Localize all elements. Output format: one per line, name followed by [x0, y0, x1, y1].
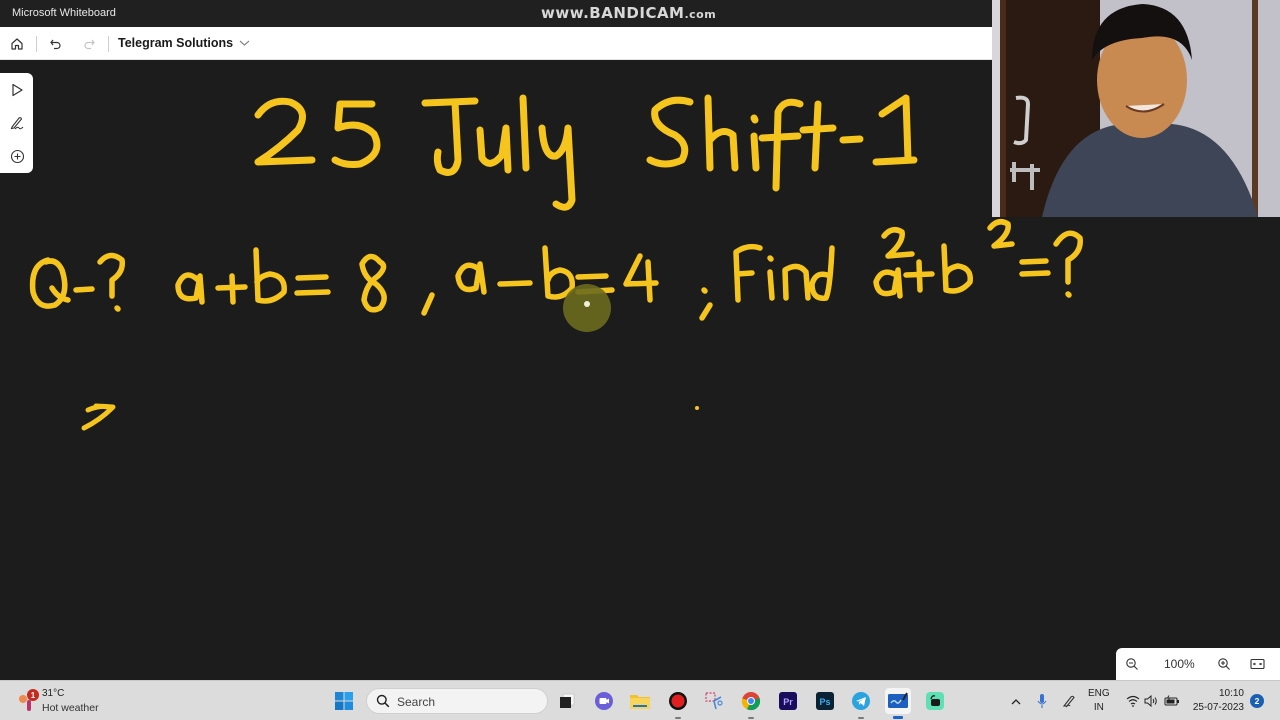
task-view-button[interactable] [554, 688, 580, 714]
watermark-suffix: .com [684, 8, 717, 21]
screen: Microsoft Whiteboard www.BANDICAM.com Te… [0, 0, 1280, 720]
active-indicator [893, 716, 903, 719]
start-button[interactable] [331, 688, 357, 714]
speaker-icon [1144, 695, 1157, 707]
fit-to-screen-button[interactable] [1247, 654, 1267, 674]
microphone-button[interactable] [1034, 681, 1050, 720]
telegram-button[interactable] [848, 688, 874, 719]
running-indicator [858, 717, 864, 719]
running-indicator [675, 717, 681, 719]
language-region: IN [1093, 702, 1104, 713]
video-chat-icon [595, 692, 613, 710]
photoshop-button[interactable]: Ps [812, 688, 838, 714]
clock-time: 10:10 [1218, 688, 1244, 699]
whiteboard-button[interactable] [885, 688, 911, 719]
premiere-pro-button[interactable]: Pr [775, 688, 801, 714]
search-icon [376, 694, 390, 708]
laser-pointer-center [584, 301, 590, 307]
fit-to-screen-icon [1249, 658, 1265, 670]
telegram-icon [852, 692, 870, 710]
redo-button[interactable] [78, 33, 100, 55]
board-name-menu[interactable]: Telegram Solutions [118, 36, 250, 50]
green-app-button[interactable] [922, 688, 948, 714]
green-app-icon [926, 692, 944, 710]
insert-button[interactable] [5, 144, 29, 168]
task-view-icon [560, 693, 575, 708]
chrome-icon [741, 692, 761, 711]
weather-temp: 31°C [42, 688, 65, 699]
board-name: Telegram Solutions [118, 36, 234, 50]
system-clock[interactable]: 10:10 25-07-2023 [1190, 687, 1244, 715]
plus-circle-icon [10, 149, 24, 163]
battery-button[interactable] [1162, 681, 1182, 720]
chevron-down-icon [239, 40, 250, 46]
weather-widget[interactable]: 1 31°C Hot weather [16, 685, 126, 717]
undo-button[interactable] [45, 33, 67, 55]
ink-answer-arrow [81, 403, 116, 431]
toolbar-divider [108, 36, 109, 52]
sun-icon [19, 695, 27, 703]
pen-tray-icon [1062, 695, 1075, 708]
volume-button[interactable] [1142, 681, 1160, 720]
clock-date: 25-07-2023 [1192, 702, 1244, 713]
wifi-icon [1126, 695, 1140, 707]
zoom-out-icon [1126, 658, 1138, 670]
app-title: Microsoft Whiteboard [12, 7, 116, 19]
laser-pointer [563, 284, 611, 332]
svg-text:Ps: Ps [819, 697, 830, 707]
zoom-in-button[interactable] [1214, 654, 1234, 674]
webcam-feed [992, 0, 1280, 217]
watermark-main: www.BANDICAM [541, 4, 685, 22]
zoom-level: 100% [1164, 657, 1195, 671]
record-icon [669, 692, 687, 710]
pen-menu-button[interactable] [1060, 681, 1078, 720]
chevron-up-icon [1011, 698, 1021, 704]
premiere-icon: Pr [779, 692, 797, 710]
weather-desc: Hot weather [42, 702, 99, 714]
home-button[interactable] [6, 33, 28, 55]
svg-text:Pr: Pr [783, 697, 793, 707]
home-icon [11, 38, 23, 50]
photoshop-icon: Ps [816, 692, 834, 710]
ink-question [29, 219, 1083, 321]
notification-badge[interactable]: 2 [1250, 694, 1264, 708]
zoom-controls: 100% [1116, 648, 1280, 680]
snipping-tool-button[interactable] [701, 688, 727, 714]
search-placeholder: Search [397, 695, 436, 709]
bandicam-button[interactable] [665, 688, 691, 719]
taskbar: 1 31°C Hot weather Search Pr Ps ENG IN 1… [0, 680, 1280, 720]
pen-icon [10, 117, 24, 130]
cursor-icon [12, 83, 23, 97]
webcam-overlay [992, 0, 1280, 217]
whiteboard-icon [888, 692, 908, 708]
ink-dot [695, 406, 699, 410]
zoom-out-button[interactable] [1122, 654, 1142, 674]
language-code: ENG [1088, 688, 1110, 699]
ink-heading [254, 94, 918, 211]
folder-icon [630, 695, 650, 709]
select-tool-button[interactable] [5, 78, 29, 102]
taskbar-search[interactable]: Search [366, 688, 548, 714]
battery-charging-icon [1164, 695, 1179, 706]
show-hidden-icons-button[interactable] [1008, 681, 1024, 720]
ink-tool-button[interactable] [5, 111, 29, 135]
left-tool-palette [0, 73, 33, 173]
undo-icon [50, 39, 61, 50]
windows-start-icon [335, 692, 353, 710]
thermometer-icon [27, 700, 31, 711]
scissors-icon [705, 692, 723, 710]
meet-button[interactable] [591, 688, 617, 714]
zoom-in-icon [1218, 658, 1230, 670]
microphone-icon [1037, 694, 1047, 708]
toolbar-divider [36, 36, 37, 52]
wifi-button[interactable] [1124, 681, 1142, 720]
chrome-button[interactable] [738, 688, 764, 719]
running-indicator [748, 717, 754, 719]
redo-icon [84, 39, 95, 50]
weather-alert-badge: 1 [27, 689, 39, 701]
input-language[interactable]: ENG IN [1088, 687, 1110, 715]
recorder-watermark: www.BANDICAM.com [541, 4, 716, 22]
file-explorer-button[interactable] [627, 688, 653, 714]
app-toolbar: Telegram Solutions [0, 27, 992, 60]
